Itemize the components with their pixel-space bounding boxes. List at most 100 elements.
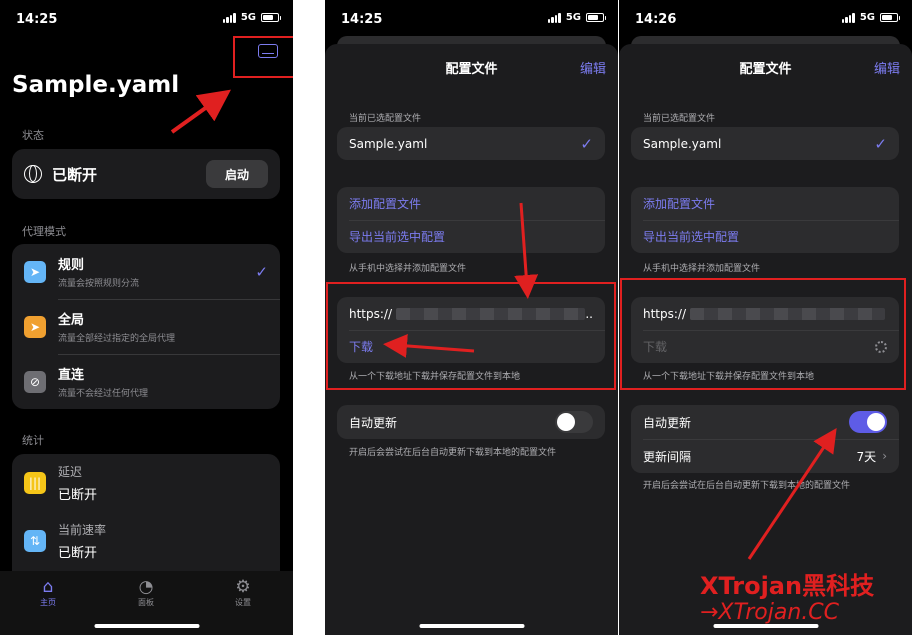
add-config-button[interactable]: 添加配置文件 [631,187,899,220]
mode-subtitle: 流量不会经过任何代理 [58,389,149,399]
current-config-name: Sample.yaml [643,136,722,151]
auto-update-hint: 开启后会尝试在后台自动更新下载到本地的配置文件 [643,481,851,491]
status-time: 14:25 [16,12,58,27]
auto-update-group: 自动更新 更新间隔 7天 › [631,405,899,473]
stat-title: 当前速率 [58,523,107,537]
home-icon: ⌂ [42,577,54,597]
tab-settings[interactable]: ⚙ 设置 [213,577,273,608]
gear-icon: ⚙ [235,577,251,597]
stat-latency: ||| 延迟 已断开 [12,454,280,512]
battery-icon [880,13,900,22]
home-indicator [94,624,199,628]
network-label: 5G [240,12,256,23]
battery-icon [586,13,606,22]
signal-icon [222,12,236,23]
chevron-right-icon: › [882,449,887,463]
current-config-group: Sample.yaml ✓ [631,127,899,160]
current-config-name: Sample.yaml [349,136,428,151]
config-sheet: 配置文件 编辑 当前已选配置文件 Sample.yaml ✓ 添加配置文件 导出… [619,44,912,635]
stat-title: 延迟 [58,465,83,479]
home-indicator [419,624,524,628]
stat-speed: ⇅ 当前速率 已断开 [12,512,280,570]
tab-label: 面板 [138,598,154,607]
edit-button[interactable]: 编辑 [580,58,606,77]
config-sheet: 配置文件 编辑 当前已选配置文件 Sample.yaml ✓ 添加配置文件 导出… [325,44,618,635]
auto-update-label: 自动更新 [643,415,692,430]
export-config-button[interactable]: 导出当前选中配置 [631,220,899,253]
stat-value: 已断开 [58,488,98,503]
tab-label: 主页 [40,598,56,607]
update-interval-value: 7天 [856,449,877,464]
watermark-url: →XTrojan.CC [700,600,839,625]
auto-update-group: 自动更新 [337,405,605,439]
mode-title: 直连 [58,368,85,383]
start-button[interactable]: 启动 [206,160,268,188]
sheet-title: 配置文件 [445,62,498,77]
current-config-label: 当前已选配置文件 [643,114,716,124]
globe-icon [24,165,42,183]
annotation-box [233,36,293,78]
send-icon: ➤ [24,315,46,338]
no-send-icon: ⊘ [24,370,46,393]
config-screen-2: 14:26 5G 配置文件 编辑 当前已选配置文件 Sample.yaml ✓ … [619,0,912,635]
add-config-button[interactable]: 添加配置文件 [337,187,605,220]
auto-update-toggle[interactable] [849,411,887,433]
current-config-row[interactable]: Sample.yaml ✓ [337,127,605,160]
tab-dashboard[interactable]: ◔ 面板 [116,577,176,608]
add-config-hint: 从手机中选择并添加配置文件 [643,264,761,274]
annotation-box [326,282,616,390]
mode-rule[interactable]: ➤ 规则 流量会按照规则分流 ✓ [12,244,280,299]
battery-icon [261,13,281,22]
waveform-icon: ||| [24,472,46,494]
network-label: 5G [859,12,875,23]
config-actions-group: 添加配置文件 导出当前选中配置 [631,187,899,253]
section-label-stats: 统计 [22,434,44,447]
network-label: 5G [565,12,581,23]
sheet-title: 配置文件 [739,62,792,77]
checkmark-icon: ✓ [580,134,593,153]
gauge-icon: ◔ [138,577,154,597]
tab-label: 设置 [235,598,251,607]
auto-update-row: 自动更新 [337,405,605,439]
status-bar: 14:26 5G [619,0,912,36]
stat-value: 已断开 [58,546,98,561]
current-config-group: Sample.yaml ✓ [337,127,605,160]
section-label-proxy: 代理模式 [22,225,66,238]
config-actions-group: 添加配置文件 导出当前选中配置 [337,187,605,253]
proxy-mode-card: ➤ 规则 流量会按照规则分流 ✓ ➤ 全局 流量全部经过指定的全局代理 ⊘ 直连… [12,244,280,409]
mode-global[interactable]: ➤ 全局 流量全部经过指定的全局代理 [12,299,280,354]
update-interval-row[interactable]: 更新间隔 7天 › [631,439,899,473]
update-interval-label: 更新间隔 [643,449,692,464]
auto-update-hint: 开启后会尝试在后台自动更新下载到本地的配置文件 [349,448,557,458]
section-label-status: 状态 [22,129,44,142]
home-screen: 14:25 5G Sample.yaml 状态 已断开 启动 代理模式 ➤ 规则… [0,0,293,635]
annotation-box [620,278,906,390]
current-config-row[interactable]: Sample.yaml ✓ [631,127,899,160]
status-time: 14:25 [341,12,383,27]
signal-icon [841,12,855,23]
add-config-hint: 从手机中选择并添加配置文件 [349,264,467,274]
export-config-button[interactable]: 导出当前选中配置 [337,220,605,253]
mode-subtitle: 流量全部经过指定的全局代理 [58,334,176,344]
connection-card: 已断开 启动 [12,149,280,199]
signal-icon [547,12,561,23]
page-title: Sample.yaml [12,72,180,98]
current-config-label: 当前已选配置文件 [349,114,422,124]
checkmark-icon: ✓ [874,134,887,153]
tab-home[interactable]: ⌂ 主页 [18,577,78,608]
checkmark-icon: ✓ [255,262,268,281]
mode-subtitle: 流量会按照规则分流 [58,279,140,289]
status-bar: 14:25 5G [0,0,293,36]
auto-update-toggle[interactable] [555,411,593,433]
arrows-updown-icon: ⇅ [24,530,46,552]
mode-title: 全局 [58,313,85,328]
status-time: 14:26 [635,12,677,27]
config-screen-1: 14:25 5G 配置文件 编辑 当前已选配置文件 Sample.yaml ✓ … [325,0,618,635]
send-icon: ➤ [24,260,46,283]
auto-update-row: 自动更新 [631,405,899,439]
edit-button[interactable]: 编辑 [874,58,900,77]
mode-title: 规则 [58,258,85,273]
auto-update-label: 自动更新 [349,415,398,430]
stats-card: ||| 延迟 已断开 ⇅ 当前速率 已断开 [12,454,280,574]
mode-direct[interactable]: ⊘ 直连 流量不会经过任何代理 [12,354,280,409]
